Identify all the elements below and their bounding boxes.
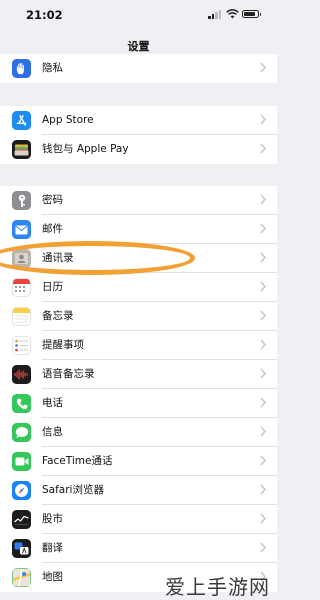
chevron-right-icon: [260, 143, 266, 154]
settings-row-passwords[interactable]: 密码: [0, 186, 277, 215]
notes-icon: [12, 307, 31, 326]
chevron-right-icon: [260, 339, 266, 350]
battery-icon: [242, 10, 261, 18]
settings-row-label: 提醒事项: [42, 339, 84, 351]
wifi-icon: [226, 9, 239, 19]
voice-memos-icon: [12, 365, 31, 384]
chevron-right-icon: [260, 281, 266, 292]
chevron-right-icon: [260, 252, 266, 263]
stocks-icon: [12, 510, 31, 529]
settings-row-safari[interactable]: Safari浏览器: [0, 476, 277, 505]
settings-row-label: 钱包与 Apple Pay: [42, 143, 129, 155]
settings-row-label: 隐私: [42, 62, 63, 74]
settings-row-mail[interactable]: 邮件: [0, 215, 277, 244]
settings-row-reminders[interactable]: 提醒事项: [0, 331, 277, 360]
settings-row-messages[interactable]: 信息: [0, 418, 277, 447]
settings-row-label: 翻译: [42, 542, 63, 554]
status-time: 21:02: [26, 8, 63, 22]
reminders-icon: [12, 336, 31, 355]
key-icon: [12, 191, 31, 210]
settings-row-label: Safari浏览器: [42, 484, 104, 496]
settings-row-voice-memos[interactable]: 语音备忘录: [0, 360, 277, 389]
app-store-icon: [12, 111, 31, 130]
settings-group-apps: 密码 邮件 通讯录 日历 备忘录 提醒事项 语音备忘录 电话 信息 FaceTi…: [0, 186, 277, 592]
chevron-right-icon: [260, 426, 266, 437]
chevron-right-icon: [260, 194, 266, 205]
settings-row-translate[interactable]: 翻译: [0, 534, 277, 563]
settings-group-store: App Store 钱包与 Apple Pay: [0, 106, 277, 164]
settings-row-calendar[interactable]: 日历: [0, 273, 277, 302]
wallet-icon: [12, 140, 31, 159]
settings-row-label: App Store: [42, 114, 94, 126]
chevron-right-icon: [260, 542, 266, 553]
messages-icon: [12, 423, 31, 442]
chevron-right-icon: [260, 223, 266, 234]
settings-row-label: 电话: [42, 397, 63, 409]
chevron-right-icon: [260, 513, 266, 524]
calendar-icon: [12, 278, 31, 297]
settings-row-privacy[interactable]: 隐私: [0, 54, 277, 83]
settings-group-privacy: 隐私: [0, 54, 277, 83]
settings-row-notes[interactable]: 备忘录: [0, 302, 277, 331]
translate-icon: [12, 539, 31, 558]
page-title: 设置: [127, 40, 150, 53]
chevron-right-icon: [260, 114, 266, 125]
hand-icon: [12, 59, 31, 78]
chevron-right-icon: [260, 368, 266, 379]
settings-row-phone[interactable]: 电话: [0, 389, 277, 418]
chevron-right-icon: [260, 455, 266, 466]
maps-icon: [12, 568, 31, 587]
settings-row-label: 信息: [42, 426, 63, 438]
watermark: 爱上手游网: [165, 575, 270, 599]
settings-row-app-store[interactable]: App Store: [0, 106, 277, 135]
settings-row-label: 通讯录: [42, 252, 74, 264]
cellular-signal-icon: [208, 10, 222, 19]
mail-icon: [12, 220, 31, 239]
facetime-icon: [12, 452, 31, 471]
battery-level: [244, 12, 256, 16]
settings-row-contacts[interactable]: 通讯录: [0, 244, 277, 273]
settings-row-label: 语音备忘录: [42, 368, 95, 380]
chevron-right-icon: [260, 484, 266, 495]
settings-row-label: 备忘录: [42, 310, 74, 322]
settings-row-facetime[interactable]: FaceTime通话: [0, 447, 277, 476]
settings-row-label: 地图: [42, 571, 63, 583]
chevron-right-icon: [260, 310, 266, 321]
settings-row-label: 邮件: [42, 223, 63, 235]
settings-row-label: 股市: [42, 513, 63, 525]
status-bar: 21:02: [0, 0, 277, 30]
settings-row-wallet[interactable]: 钱包与 Apple Pay: [0, 135, 277, 164]
settings-row-label: 日历: [42, 281, 63, 293]
safari-icon: [12, 481, 31, 500]
settings-row-label: FaceTime通话: [42, 455, 113, 467]
chevron-right-icon: [260, 62, 266, 73]
contacts-icon: [12, 249, 31, 268]
chevron-right-icon: [260, 397, 266, 408]
settings-row-label: 密码: [42, 194, 63, 206]
phone-icon: [12, 394, 31, 413]
settings-row-stocks[interactable]: 股市: [0, 505, 277, 534]
